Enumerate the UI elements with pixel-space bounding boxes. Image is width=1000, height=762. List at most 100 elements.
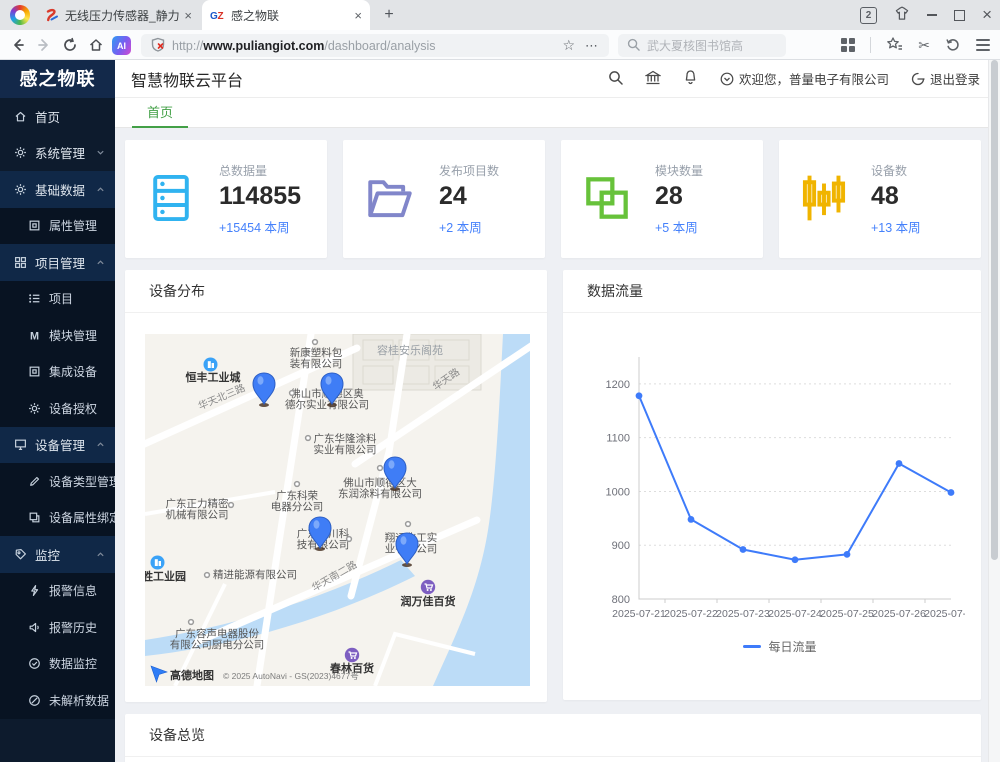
browser-toolbar: AI http://www.puliangiot.com/dashboard/a… (0, 30, 1000, 60)
organization-icon[interactable] (645, 70, 661, 88)
sidebar-item-integrated-device[interactable]: 集成设备 (0, 354, 115, 391)
slashcircle-icon (27, 693, 41, 707)
tab1-favicon-icon (44, 8, 59, 23)
sidebar-item-device-attribute-binding[interactable]: 设备属性绑定 (0, 500, 115, 537)
sidebar-item-label: 项目管理 (35, 253, 96, 272)
chart-legend[interactable]: 每日流量 (579, 638, 981, 655)
browser-tab-2[interactable]: GZ 感之物联 × (202, 0, 370, 30)
tab-home[interactable]: 首页 (132, 98, 188, 128)
search-icon (627, 38, 640, 54)
logout-icon (911, 72, 925, 86)
poi-dot (229, 503, 234, 508)
sidebar-item-home[interactable]: 首页 (0, 98, 115, 135)
more-actions-icon[interactable]: ⋯ (585, 38, 599, 54)
sidebar-item-module-management[interactable]: M模块管理 (0, 317, 115, 354)
svg-text:2025-07-26: 2025-07-26 (872, 608, 926, 620)
browser-logo-icon[interactable] (10, 5, 30, 25)
sidebar-item-device-type-management[interactable]: 设备类型管理 (0, 463, 115, 500)
sidebar-item-monitoring[interactable]: 监控 (0, 536, 115, 573)
forward-button[interactable] (34, 35, 54, 55)
sidebar-item-label: 监控 (35, 545, 96, 564)
ai-assistant-button[interactable]: AI (112, 36, 131, 55)
sidebar-item-alarm-history[interactable]: 报警历史 (0, 609, 115, 646)
tab-count-badge[interactable]: 2 (860, 7, 877, 24)
minimize-button[interactable] (927, 14, 937, 16)
tab2-title: 感之物联 (231, 7, 350, 24)
sidebar-item-system-management[interactable]: 系统管理 (0, 135, 115, 172)
sidebar-item-data-monitoring[interactable]: 数据监控 (0, 646, 115, 683)
stat-delta: +15454 本周 (219, 217, 301, 236)
gear-icon (13, 146, 27, 160)
tab1-close-icon[interactable]: × (184, 8, 192, 23)
stat-delta: +2 本周 (439, 217, 499, 236)
map-label: 润万佳百货 (401, 594, 456, 608)
apps-grid-icon[interactable] (841, 38, 855, 52)
database-icon (147, 173, 195, 226)
sidebar-item-project[interactable]: 项目 (0, 281, 115, 318)
menu-icon[interactable] (976, 36, 990, 54)
browser-titlebar: 无线压力传感器_静力水准仪_ × GZ 感之物联 × + 2 × (0, 0, 1000, 30)
svg-text:2025-07-22: 2025-07-22 (664, 608, 718, 620)
stat-delta: +13 本周 (871, 217, 921, 236)
svg-text:M: M (29, 330, 38, 342)
reload-button[interactable] (60, 35, 80, 55)
sidebar-item-alarm-info[interactable]: 报警信息 (0, 573, 115, 610)
monitor-icon (13, 438, 27, 452)
address-bar[interactable]: http://www.puliangiot.com/dashboard/anal… (141, 34, 609, 57)
sidebar-item-device-authorization[interactable]: 设备授权 (0, 390, 115, 427)
sidebar-item-label: 设备授权 (49, 400, 115, 417)
welcome-user[interactable]: 欢迎您，普量电子有限公司 (720, 69, 889, 88)
sidebar: 感之物联 首页系统管理基础数据属性管理项目管理项目M模块管理集成设备设备授权设备… (0, 60, 115, 762)
browser-search-box[interactable]: 武大夏核图书馆高 (618, 34, 786, 57)
map-label: 恒丰工业城 (186, 370, 241, 384)
speaker-icon (27, 620, 41, 634)
home-button[interactable] (86, 35, 106, 55)
logout-button[interactable]: 退出登录 (911, 69, 980, 88)
back-button[interactable] (8, 35, 28, 55)
sidebar-item-attribute-management[interactable]: 属性管理 (0, 208, 115, 245)
poi-dot (347, 537, 352, 542)
sidebar-item-unparsed-data[interactable]: 未解析数据 (0, 682, 115, 719)
chevron-up-icon (96, 185, 105, 194)
tab1-title: 无线压力传感器_静力水准仪_ (65, 7, 180, 24)
undo-icon[interactable] (945, 36, 961, 55)
insecure-shield-icon[interactable] (151, 37, 165, 55)
square-icon (27, 219, 41, 233)
svg-text:2025-07-23: 2025-07-23 (716, 608, 770, 620)
app-logo[interactable]: 感之物联 (0, 60, 115, 98)
stat-value: 114855 (219, 182, 301, 211)
theme-skin-icon[interactable] (894, 6, 910, 24)
browser-tab-1[interactable]: 无线压力传感器_静力水准仪_ × (36, 0, 200, 30)
scrollbar-thumb[interactable] (991, 60, 998, 560)
map-label: 精进能源有限公司 (213, 568, 297, 581)
tab2-close-icon[interactable]: × (354, 8, 362, 23)
gear-icon (27, 401, 41, 415)
notifications-bell-icon[interactable] (683, 69, 698, 88)
map[interactable]: 新康塑料包装有限公司容桂安乐阁苑恒丰工业城华天北三路佛山市顺德区奥德尔实业有限公… (145, 334, 530, 686)
stat-cards-row: 总数据量 114855 +15454 本周 发布项目数 24 +2 本周 (125, 140, 981, 258)
map-label: 广东科荣电器分公司 (271, 489, 324, 513)
map-label: 广东华隆涂料实业有限公司 (314, 432, 377, 456)
bookmark-star-icon[interactable]: ☆ (562, 37, 575, 54)
sidebar-item-basic-data[interactable]: 基础数据 (0, 171, 115, 208)
shopping-poi-icon (421, 580, 435, 594)
close-window-button[interactable]: × (982, 0, 992, 30)
sidebar-item-label: 设备管理 (35, 435, 96, 454)
sidebar-item-device-management[interactable]: 设备管理 (0, 427, 115, 464)
screenshot-scissors-icon[interactable]: ✂ (918, 37, 930, 54)
building-poi-icon (151, 556, 165, 570)
new-tab-button[interactable]: + (378, 4, 400, 26)
url-text[interactable]: http://www.puliangiot.com/dashboard/anal… (172, 39, 552, 53)
sidebar-item-project-management[interactable]: 项目管理 (0, 244, 115, 281)
svg-text:2025-07-24: 2025-07-24 (768, 608, 822, 620)
shopping-poi-icon (345, 648, 359, 662)
overview-card-title: 设备总览 (125, 714, 981, 757)
favorites-icon[interactable] (886, 36, 903, 55)
poi-dot (205, 573, 210, 578)
svg-text:Z: Z (218, 11, 224, 21)
sidebar-item-label: 数据监控 (49, 655, 115, 672)
map-label: 胜工业园 (145, 569, 186, 583)
header-search-icon[interactable] (608, 70, 623, 88)
map-label: 广东容声电器股份有限公司厨电分公司 (170, 627, 265, 651)
maximize-button[interactable] (954, 10, 965, 21)
